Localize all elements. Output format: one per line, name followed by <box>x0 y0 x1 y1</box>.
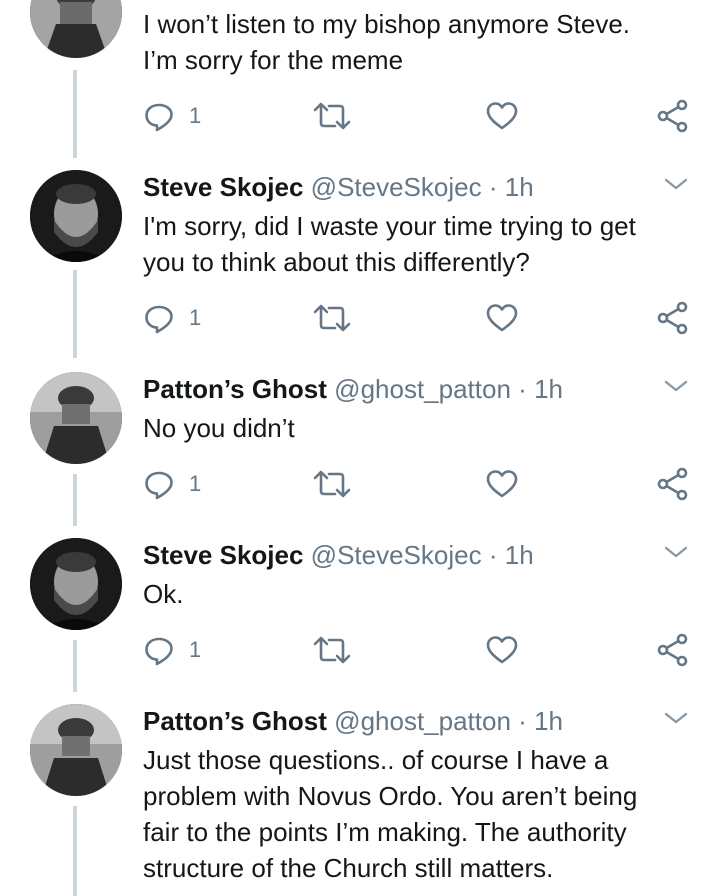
author-name[interactable]: Patton’s Ghost <box>143 374 327 404</box>
like-button[interactable] <box>485 300 519 336</box>
thread-line <box>73 640 77 692</box>
tweet-header: Steve Skojec @SteveSkojec · 1h <box>143 172 534 202</box>
avatar[interactable] <box>30 170 122 262</box>
reply-icon <box>145 103 173 132</box>
separator-dot: · <box>488 540 498 570</box>
more-menu-button[interactable] <box>663 544 689 560</box>
author-handle[interactable]: @SteveSkojec <box>311 540 482 570</box>
timestamp[interactable]: 1h <box>534 706 563 736</box>
reply-button[interactable]: 1 <box>143 98 201 134</box>
chevron-down-icon <box>664 178 688 190</box>
share-icon <box>657 99 688 133</box>
tweet-actions: 1 <box>143 466 693 502</box>
like-icon <box>486 102 518 130</box>
retweet-button[interactable] <box>313 632 351 668</box>
tweet-text: No you didn’t <box>143 413 295 443</box>
separator-dot: · <box>488 172 498 202</box>
author-name[interactable]: Steve Skojec <box>143 172 303 202</box>
like-button[interactable] <box>485 632 519 668</box>
share-button[interactable] <box>656 632 690 668</box>
tweet-text: Just those questions.. of course I have … <box>143 745 638 883</box>
tweet-text: Ok. <box>143 579 184 609</box>
thread-line <box>73 474 77 526</box>
avatar[interactable] <box>30 704 122 796</box>
separator-dot: · <box>518 706 527 736</box>
share-button[interactable] <box>656 98 690 134</box>
reply-icon <box>145 637 173 666</box>
avatar[interactable] <box>30 538 122 630</box>
separator-dot: · <box>518 374 527 404</box>
thread-line <box>73 806 77 896</box>
reply-count: 1 <box>189 305 202 330</box>
timestamp[interactable]: 1h <box>534 374 563 404</box>
author-handle[interactable]: @ghost_patton <box>334 374 511 404</box>
author-handle[interactable]: @SteveSkojec <box>311 172 482 202</box>
timestamp[interactable]: 1h <box>505 540 534 570</box>
retweet-icon <box>313 304 351 332</box>
author-name[interactable]: Patton’s Ghost <box>143 706 327 736</box>
chevron-down-icon <box>664 380 688 392</box>
thread-line <box>73 270 77 358</box>
tweet-actions: 1 <box>143 632 693 668</box>
like-icon <box>486 304 518 332</box>
tweet-header: Patton’s Ghost @ghost_patton · 1h <box>143 374 563 404</box>
reply-icon <box>145 471 173 500</box>
share-button[interactable] <box>656 466 690 502</box>
reply-button[interactable]: 1 <box>143 300 201 336</box>
like-icon <box>486 470 518 498</box>
reply-button[interactable]: 1 <box>143 466 201 502</box>
like-icon <box>486 636 518 664</box>
share-icon <box>657 301 688 335</box>
steve-avatar-image <box>30 170 122 262</box>
steve-avatar-image <box>30 538 122 630</box>
retweet-button[interactable] <box>313 300 351 336</box>
share-button[interactable] <box>656 300 690 336</box>
like-button[interactable] <box>485 466 519 502</box>
more-menu-button[interactable] <box>663 710 689 726</box>
retweet-icon <box>313 102 351 130</box>
tweet-text: I'm sorry, did I waste your time trying … <box>143 211 636 277</box>
chevron-down-icon <box>664 546 688 558</box>
like-button[interactable] <box>485 98 519 134</box>
timestamp[interactable]: 1h <box>505 172 534 202</box>
author-name[interactable]: Steve Skojec <box>143 540 303 570</box>
patton-avatar-image <box>30 372 122 464</box>
tweet-text: I won’t listen to my bishop anymore Stev… <box>143 9 631 75</box>
patton-avatar-image <box>30 704 122 796</box>
retweet-icon <box>313 636 351 664</box>
more-menu-button[interactable] <box>663 378 689 394</box>
tweet-actions: 1 <box>143 300 693 336</box>
thread-line <box>73 70 77 158</box>
reply-count: 1 <box>189 103 202 128</box>
author-handle[interactable]: @ghost_patton <box>334 706 511 736</box>
retweet-button[interactable] <box>313 98 351 134</box>
reply-count: 1 <box>189 637 202 662</box>
tweet-actions: 1 <box>143 98 693 134</box>
tweet-header: Patton’s Ghost @ghost_patton · 1h <box>143 706 563 736</box>
avatar[interactable] <box>30 0 122 58</box>
reply-icon <box>145 305 173 334</box>
more-menu-button[interactable] <box>663 176 689 192</box>
reply-button[interactable]: 1 <box>143 632 201 668</box>
chevron-down-icon <box>664 712 688 724</box>
retweet-icon <box>313 470 351 498</box>
share-icon <box>657 633 688 667</box>
share-icon <box>657 467 688 501</box>
reply-count: 1 <box>189 471 202 496</box>
patton-avatar-image <box>30 0 122 58</box>
avatar[interactable] <box>30 372 122 464</box>
retweet-button[interactable] <box>313 466 351 502</box>
tweet-header: Steve Skojec @SteveSkojec · 1h <box>143 540 534 570</box>
